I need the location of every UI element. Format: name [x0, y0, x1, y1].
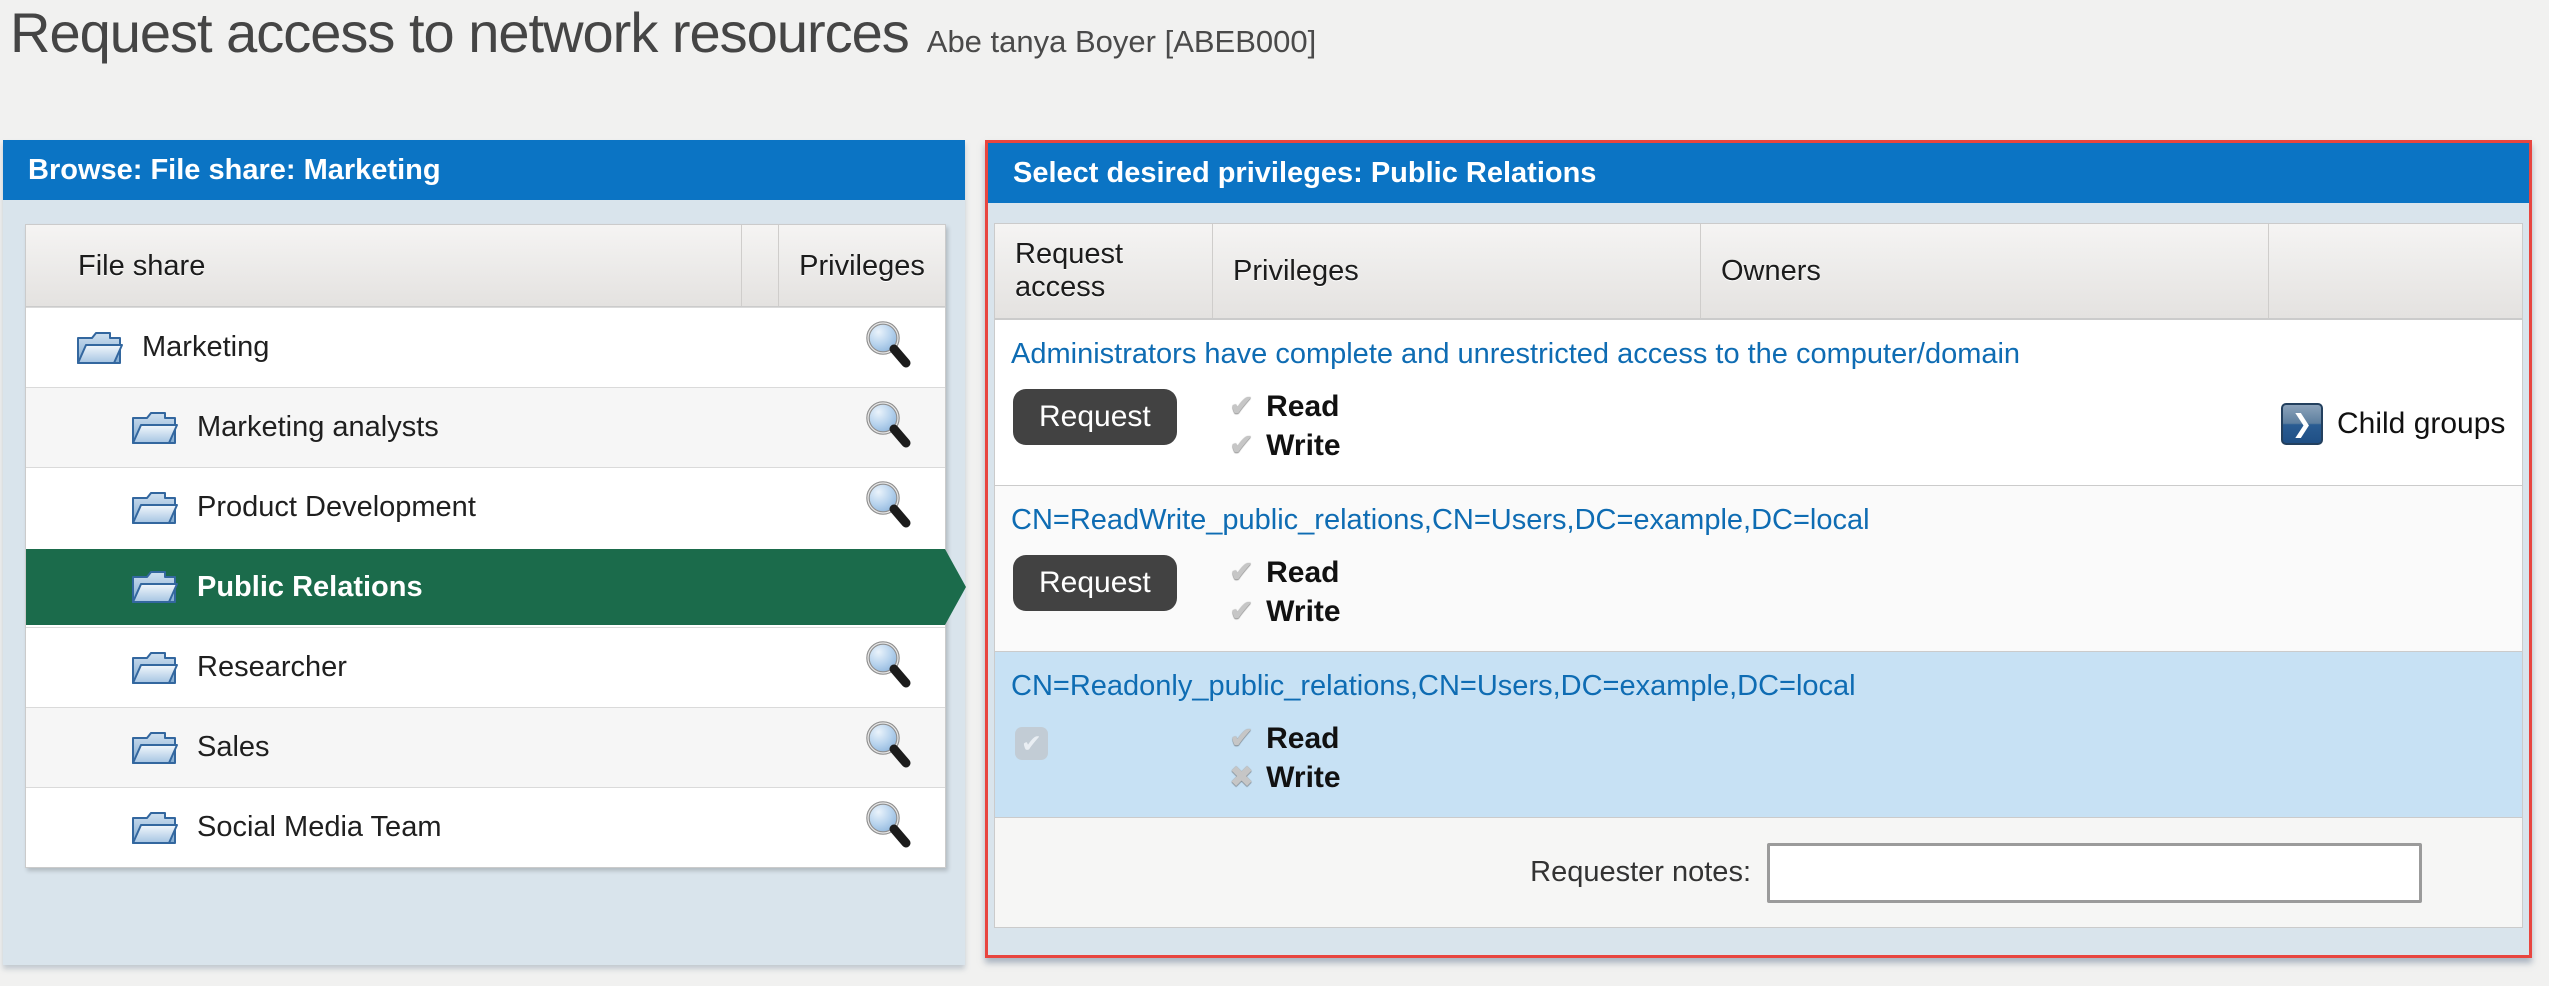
check-icon: ✔ — [1021, 729, 1042, 759]
tree-item-label: Sales — [197, 731, 270, 764]
column-header-privileges: Privileges — [1213, 224, 1701, 318]
chevron-right-icon: ❯ — [2281, 403, 2323, 445]
privileges-table-header: Request access Privileges Owners — [995, 224, 2522, 319]
column-header-file-share: File share — [26, 225, 741, 306]
privileges-search-icon[interactable] — [861, 398, 911, 450]
column-header-extra — [2269, 224, 2522, 318]
browse-panel-title: Browse: File share: Marketing — [3, 140, 965, 200]
tree-item-label: Marketing — [142, 331, 269, 364]
cross-icon: ✖ — [1229, 760, 1254, 795]
page-header: Request access to network resources Abe … — [10, 0, 1316, 65]
privilege-label: Read — [1266, 390, 1339, 424]
browse-panel: Browse: File share: Marketing File share… — [3, 140, 965, 965]
privilege-label: Write — [1266, 595, 1340, 629]
folder-icon — [131, 409, 179, 447]
check-icon: ✔ — [1229, 594, 1254, 629]
check-icon: ✔ — [1229, 428, 1254, 463]
requester-notes-row: Requester notes: — [995, 817, 2522, 927]
privilege-label: Write — [1266, 429, 1340, 463]
privileges-search-icon[interactable] — [861, 478, 911, 530]
privilege-read: ✔ Read — [1229, 721, 1701, 756]
privilege-read: ✔ Read — [1229, 389, 1701, 424]
privileges-panel: Select desired privileges: Public Relati… — [985, 140, 2532, 958]
tree-item-social-media-team[interactable]: Social Media Team — [26, 787, 945, 867]
privileges-search-icon[interactable] — [861, 718, 911, 770]
requester-notes-label: Requester notes: — [995, 856, 1767, 889]
requester-notes-input[interactable] — [1767, 843, 2422, 903]
privilege-row-readwrite: CN=ReadWrite_public_relations,CN=Users,D… — [995, 485, 2522, 651]
privileges-cell: ✔ Read ✔ Write — [1213, 389, 1701, 463]
privilege-write: ✔ Write — [1229, 428, 1701, 463]
request-cell: Request — [995, 555, 1213, 611]
check-icon: ✔ — [1229, 721, 1254, 756]
tree-item-marketing[interactable]: Marketing — [26, 307, 945, 387]
group-link[interactable]: CN=Readonly_public_relations,CN=Users,DC… — [995, 652, 1856, 713]
privileges-search-icon[interactable] — [861, 798, 911, 850]
request-button[interactable]: Request — [1013, 555, 1177, 611]
privilege-write: ✖ Write — [1229, 760, 1701, 795]
request-button[interactable]: Request — [1013, 389, 1177, 445]
tree-item-public-relations[interactable]: Public Relations — [26, 549, 945, 625]
privilege-write: ✔ Write — [1229, 594, 1701, 629]
child-groups-button[interactable]: ❯ Child groups — [2269, 403, 2522, 445]
tree-item-label: Public Relations — [197, 571, 423, 604]
check-icon: ✔ — [1229, 555, 1254, 590]
tree-item-sales[interactable]: Sales — [26, 707, 945, 787]
tree-item-label: Social Media Team — [197, 811, 441, 844]
column-header-owners: Owners — [1701, 224, 2269, 318]
check-icon: ✔ — [1229, 389, 1254, 424]
tree-item-label: Product Development — [197, 491, 476, 524]
column-header-privileges: Privileges — [779, 225, 945, 306]
tree-item-label: Researcher — [197, 651, 347, 684]
file-share-table-header: File share Privileges — [26, 225, 945, 307]
user-name: Abe tanya Boyer [ABEB000] — [927, 24, 1316, 60]
privilege-row-readonly: CN=Readonly_public_relations,CN=Users,DC… — [995, 651, 2522, 817]
group-link[interactable]: CN=ReadWrite_public_relations,CN=Users,D… — [995, 486, 1870, 547]
privileges-panel-title: Select desired privileges: Public Relati… — [988, 143, 2529, 203]
privileges-cell: ✔ Read ✔ Write — [1213, 555, 1701, 629]
privileges-cell: ✔ Read ✖ Write — [1213, 721, 1701, 795]
folder-icon — [131, 809, 179, 847]
privilege-label: Read — [1266, 722, 1339, 756]
requested-checkbox-checked-disabled[interactable]: ✔ — [1015, 727, 1048, 760]
privileges-search-icon[interactable] — [861, 318, 911, 370]
privilege-label: Read — [1266, 556, 1339, 590]
tree-item-researcher[interactable]: Researcher — [26, 627, 945, 707]
column-header-request-access: Request access — [995, 224, 1213, 318]
request-cell: ✔ — [995, 721, 1213, 760]
folder-icon — [131, 489, 179, 527]
privilege-read: ✔ Read — [1229, 555, 1701, 590]
folder-icon — [131, 649, 179, 687]
privilege-row-administrators: Administrators have complete and unrestr… — [995, 319, 2522, 485]
folder-icon — [131, 568, 179, 606]
child-groups-label: Child groups — [2337, 407, 2505, 441]
request-cell: Request — [995, 389, 1213, 445]
privileges-search-icon[interactable] — [861, 638, 911, 690]
folder-icon — [131, 729, 179, 767]
column-separator — [741, 225, 779, 306]
page-title: Request access to network resources — [10, 0, 909, 65]
browse-panel-body: File share Privileges Marketing Marketin… — [3, 200, 965, 868]
group-link[interactable]: Administrators have complete and unrestr… — [995, 320, 2020, 381]
tree-item-marketing-analysts[interactable]: Marketing analysts — [26, 387, 945, 467]
tree-item-label: Marketing analysts — [197, 411, 439, 444]
file-share-table: File share Privileges Marketing Marketin… — [25, 224, 946, 868]
folder-icon — [76, 329, 124, 367]
privilege-label: Write — [1266, 761, 1340, 795]
tree-item-product-development[interactable]: Product Development — [26, 467, 945, 547]
privileges-table: Request access Privileges Owners Adminis… — [994, 223, 2523, 928]
